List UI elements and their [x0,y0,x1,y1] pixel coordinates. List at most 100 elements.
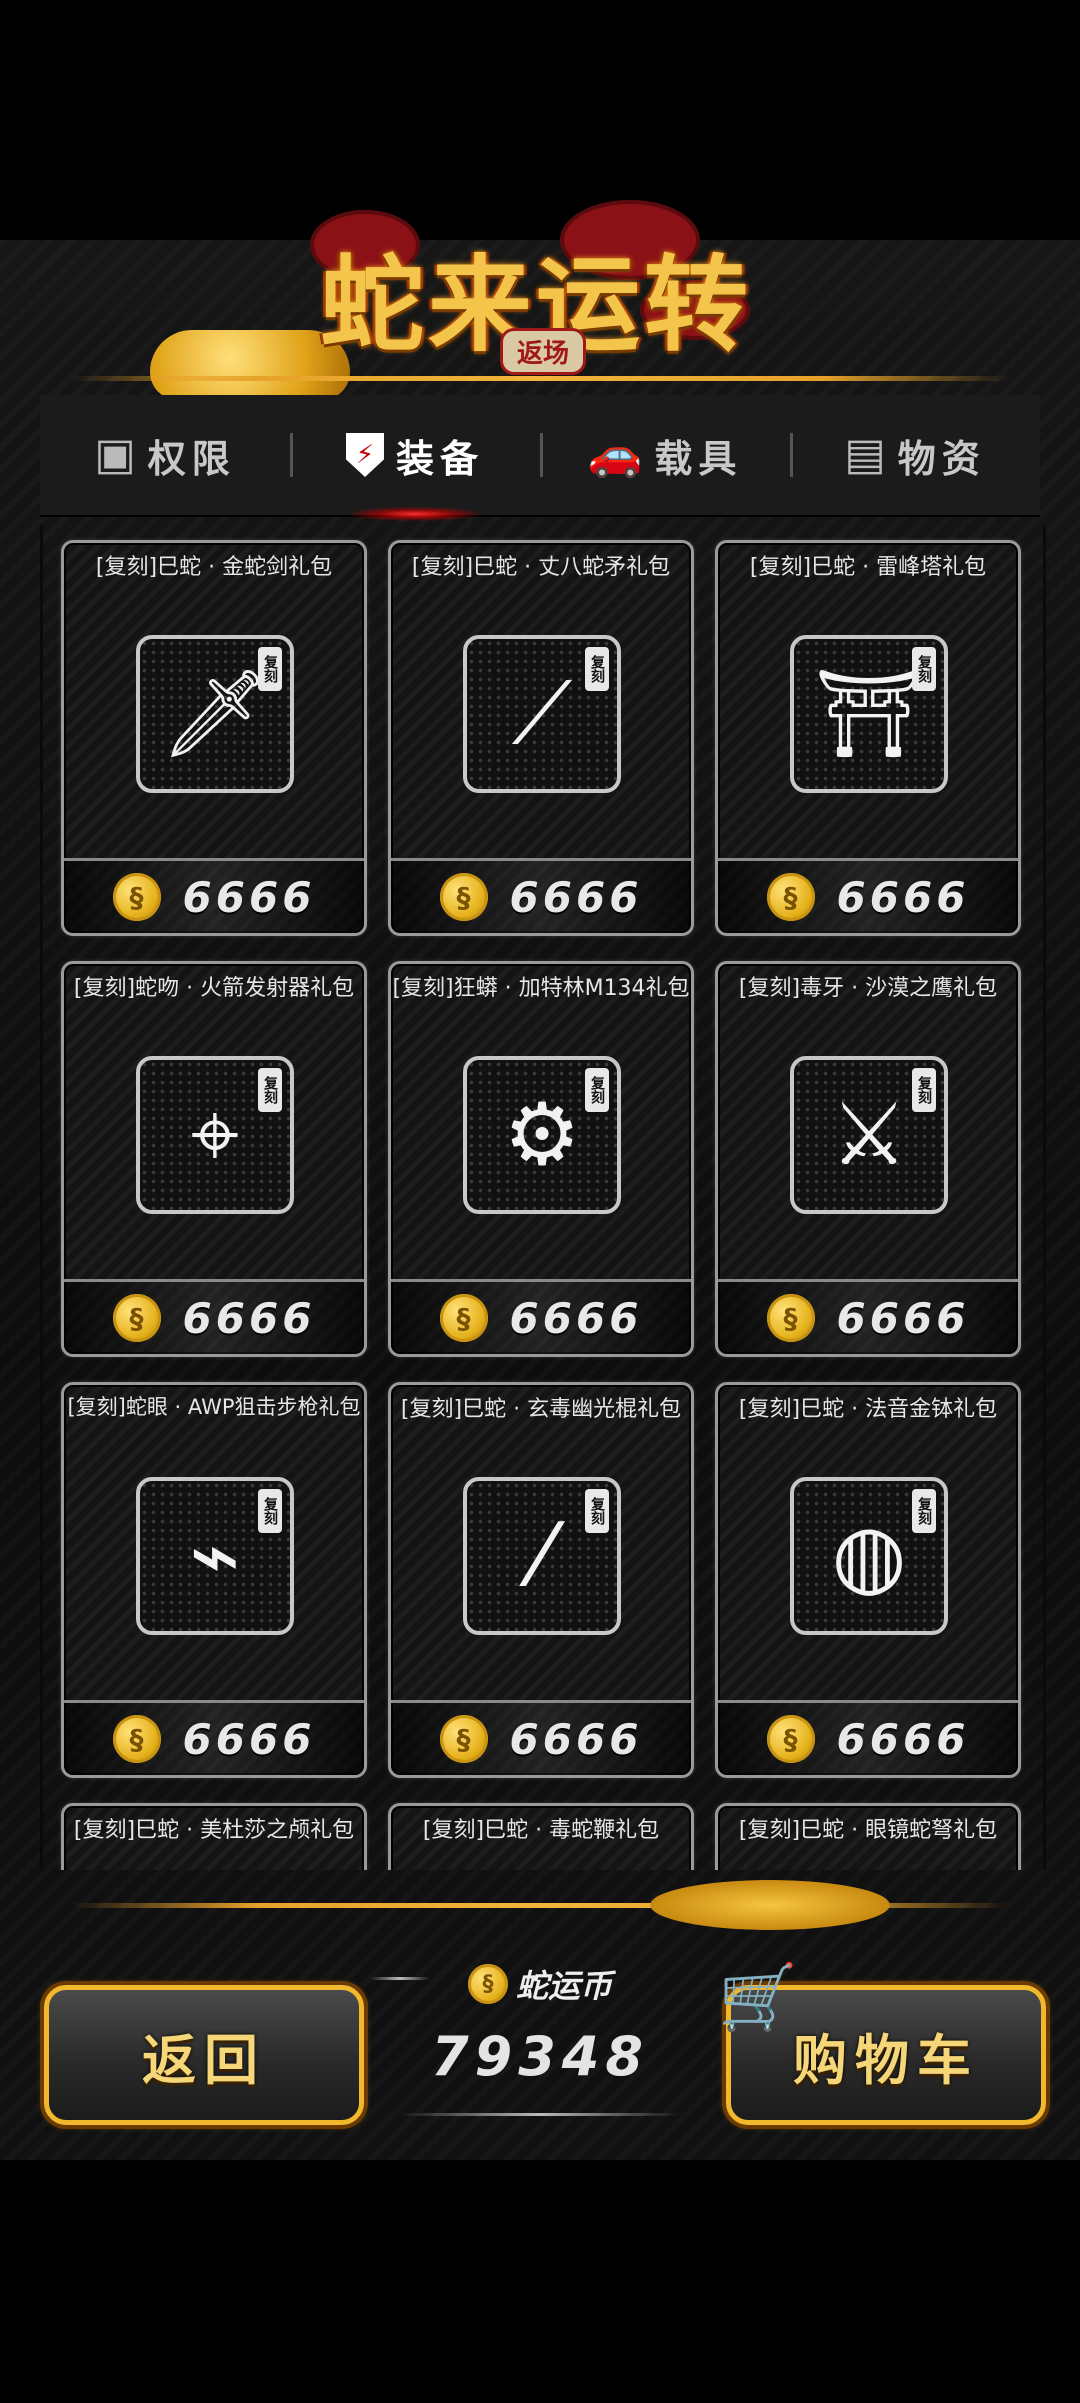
price-bar: § 6666 [391,1279,691,1354]
item-name: [复刻]巳蛇 · 美杜莎之颅礼包 [73,1818,355,1843]
item-image: 🗡 复刻 [136,635,294,793]
coin-icon: § [766,1294,815,1342]
price-bar: § 6666 [64,1700,364,1775]
rerun-tag: 复刻 [912,1068,936,1112]
car-icon: 🚗 [587,429,643,480]
pistol-icon: ⚔ [830,1085,908,1185]
divider [70,376,1010,381]
price-bar: § 6666 [64,858,364,933]
back-button[interactable]: 返回 [44,1985,364,2125]
snake-tail-decoration [650,1880,890,1930]
rerun-tag: 复刻 [912,647,936,691]
item-card[interactable]: [复刻]巳蛇 · 毒蛇鞭礼包 [388,1803,694,1870]
item-image: ⌖ 复刻 [136,1056,294,1214]
coin-icon: § [766,873,815,921]
coin-icon: § [766,1715,815,1763]
bowl-icon: ◍ [831,1506,907,1606]
rerun-tag: 复刻 [585,647,609,691]
price-bar: § 6666 [64,1279,364,1354]
item-name: [复刻]蛇吻 · 火箭发射器礼包 [73,976,355,1001]
item-price: 6666 [509,872,643,922]
rerun-tag: 复刻 [912,1489,936,1533]
item-card[interactable]: [复刻]毒牙 · 沙漠之鹰礼包 ⚔ 复刻 § 6666 [715,961,1021,1357]
tab-supplies[interactable]: ▤ 物资 [790,395,1040,515]
currency-display: § 蛇运币 79348 [370,1955,690,2125]
cart-button-label: 购物车 [793,2028,979,2092]
rerun-tag: 复刻 [585,1068,609,1112]
item-name: [复刻]巳蛇 · 眼镜蛇弩礼包 [738,1818,998,1843]
item-name: [复刻]巳蛇 · 雷峰塔礼包 [749,555,987,580]
rerun-tag: 复刻 [258,1489,282,1533]
rocket-launcher-icon: ⌖ [190,1085,240,1185]
item-image: ◍ 复刻 [790,1477,948,1635]
rerun-tag: 复刻 [585,1489,609,1533]
price-bar: § 6666 [718,1279,1018,1354]
item-card[interactable]: [复刻]狂蟒 · 加特林M134礼包 ⚙ 复刻 § 6666 [388,961,694,1357]
item-price: 6666 [836,1714,970,1764]
coin-icon: § [439,1715,488,1763]
box-icon: ▣ [94,429,136,480]
currency-label: 蛇运币 [515,1967,612,2005]
gatling-icon: ⚙ [503,1085,581,1185]
tab-label: 装备 [395,436,484,481]
price-bar: § 6666 [718,858,1018,933]
item-name: [复刻]毒牙 · 沙漠之鹰礼包 [738,976,998,1001]
item-card[interactable]: [复刻]巳蛇 · 眼镜蛇弩礼包 [715,1803,1021,1870]
item-card[interactable]: [复刻]巳蛇 · 玄毒幽光棍礼包 ⁄ 复刻 § 6666 [388,1382,694,1778]
sword-icon: 🗡 [160,664,270,764]
item-image: ⚔ 复刻 [790,1056,948,1214]
back-button-label: 返回 [142,2028,266,2092]
coin-icon: § [112,873,161,921]
item-image: ⌁ 复刻 [136,1477,294,1635]
item-card[interactable]: [复刻]蛇眼 · AWP狙击步枪礼包 ⌁ 复刻 § 6666 [61,1382,367,1778]
divider [400,2113,680,2116]
crate-icon: ▤ [844,429,886,480]
item-card[interactable]: [复刻]巳蛇 · 雷峰塔礼包 ⛩ 复刻 § 6666 [715,540,1021,936]
tab-equipment[interactable]: ⚡ 装备 [290,395,540,521]
shield-icon: ⚡ [345,433,384,477]
staff-icon: ⁄ [534,1506,550,1606]
item-name: [复刻]巳蛇 · 丈八蛇矛礼包 [411,555,671,580]
coin-icon: § [112,1715,161,1763]
item-name: [复刻]巳蛇 · 玄毒幽光棍礼包 [400,1397,682,1422]
item-card[interactable]: [复刻]巳蛇 · 金蛇剑礼包 🗡 复刻 § 6666 [61,540,367,936]
divider [370,1977,430,1980]
tab-label: 载具 [654,436,743,481]
item-price: 6666 [836,1293,970,1343]
item-card[interactable]: [复刻]巳蛇 · 美杜莎之颅礼包 [61,1803,367,1870]
spear-icon: ⟋ [511,664,573,764]
coin-icon: § [439,873,488,921]
item-name: [复刻]巳蛇 · 毒蛇鞭礼包 [422,1818,660,1843]
currency-amount: 79348 [431,2025,649,2088]
item-name: [复刻]巳蛇 · 法音金钵礼包 [738,1397,998,1422]
item-image: ⁄ 复刻 [463,1477,621,1635]
item-price: 6666 [182,872,316,922]
tab-label: 权限 [147,436,236,481]
item-price: 6666 [509,1714,643,1764]
item-image: ⚙ 复刻 [463,1056,621,1214]
item-price: 6666 [836,872,970,922]
item-price: 6666 [182,1714,316,1764]
coin-icon: § [439,1294,488,1342]
item-name: [复刻]蛇眼 · AWP狙击步枪礼包 [67,1395,361,1419]
item-card[interactable]: [复刻]蛇吻 · 火箭发射器礼包 ⌖ 复刻 § 6666 [61,961,367,1357]
shopping-cart-icon: 🛒 [718,1961,798,2035]
price-bar: § 6666 [718,1700,1018,1775]
tab-permissions[interactable]: ▣ 权限 [40,395,290,515]
event-header: 蛇来运转 返场 [0,190,1080,400]
item-card[interactable]: [复刻]巳蛇 · 法音金钵礼包 ◍ 复刻 § 6666 [715,1382,1021,1778]
tab-label: 物资 [897,436,986,481]
item-image: ⛩ 复刻 [790,635,948,793]
item-image: ⟋ 复刻 [463,635,621,793]
tab-vehicles[interactable]: 🚗 载具 [540,395,790,515]
item-card[interactable]: [复刻]巳蛇 · 丈八蛇矛礼包 ⟋ 复刻 § 6666 [388,540,694,936]
pagoda-icon: ⛩ [814,664,924,764]
price-bar: § 6666 [391,858,691,933]
item-price: 6666 [182,1293,316,1343]
sniper-rifle-icon: ⌁ [189,1506,241,1606]
price-bar: § 6666 [391,1700,691,1775]
item-price: 6666 [509,1293,643,1343]
item-list[interactable]: [复刻]巳蛇 · 金蛇剑礼包 🗡 复刻 § 6666 [复刻]巳蛇 · 丈八蛇矛… [40,525,1046,1870]
rerun-tag: 复刻 [258,647,282,691]
coin-icon: § [112,1294,161,1342]
